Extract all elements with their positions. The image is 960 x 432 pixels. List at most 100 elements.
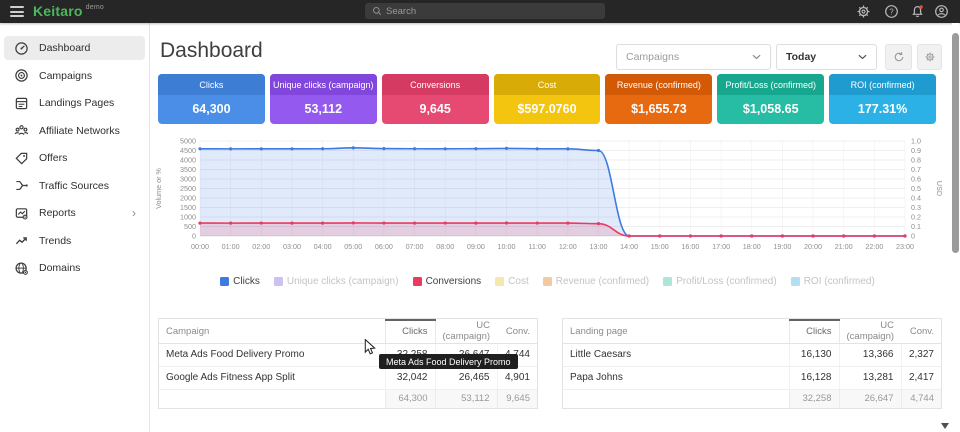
sidebar-item-dashboard[interactable]: Dashboard [4,36,145,60]
svg-text:04:00: 04:00 [314,242,332,251]
sidebar-item-landings-pages[interactable]: Landings Pages [4,91,145,115]
legend-swatch [791,277,800,286]
svg-text:14:00: 14:00 [620,242,638,251]
page-scrollbar [952,23,959,432]
row-name-cell[interactable]: Little Caesars [563,343,789,366]
metric-value: $1,655.73 [605,95,712,124]
row-value-cell: 4,901 [497,366,537,389]
table-row[interactable]: Little Caesars16,13013,3662,327 [563,343,941,366]
row-value-cell: 16,128 [789,366,839,389]
sidebar-item-label: Dashboard [39,42,90,54]
legend-label: Conversions [426,276,482,287]
svg-text:USD: USD [935,181,944,196]
scrollbar-thumb[interactable] [952,33,959,253]
metric-value: $597.0760 [494,95,601,124]
column-header-landing-page[interactable]: Landing page [563,320,789,343]
column-header-campaign[interactable]: Campaign [159,320,385,343]
sidebar-item-label: Affiliate Networks [39,125,120,137]
sidebar-item-label: Campaigns [39,70,92,82]
row-value-cell: 2,417 [901,366,941,389]
row-name-cell[interactable]: Papa Johns [563,366,789,389]
metric-label: Conversions [382,74,489,95]
sidebar-item-campaigns[interactable]: Campaigns [4,64,145,88]
column-header-conv[interactable]: Conv. [901,320,941,343]
menu-toggle-icon[interactable] [10,6,24,17]
svg-text:16:00: 16:00 [681,242,699,251]
row-tooltip: Meta Ads Food Delivery Promo [379,354,518,369]
sidebar-item-domains[interactable]: Domains [4,256,145,280]
sidebar-item-label: Domains [39,262,80,274]
total-cell: 53,112 [435,389,497,408]
app-logo[interactable]: Keitarodemo [33,3,104,19]
legend-label: Profit/Loss (confirmed) [676,276,777,287]
column-header-uc-campaign[interactable]: UC (campaign) [839,320,901,343]
svg-text:2000: 2000 [180,194,196,203]
legend-item-clicks[interactable]: Clicks [220,276,260,287]
sidebar-item-reports[interactable]: Reports › [4,201,145,225]
chevron-right-icon: › [132,206,136,220]
search-input[interactable] [386,6,586,17]
global-search[interactable] [365,3,605,19]
legend-item-cost[interactable]: Cost [495,276,529,287]
chevron-down-icon [858,54,867,60]
column-header-conv[interactable]: Conv. [497,320,537,343]
metric-card-revenue-confirmed: Revenue (confirmed)$1,655.73 [605,74,712,124]
campaigns-filter-select[interactable]: Campaigns [616,44,771,70]
svg-text:5000: 5000 [180,137,196,146]
help-icon[interactable]: ? [884,4,899,19]
legend-swatch [220,277,229,286]
table-row[interactable]: Google Ads Fitness App Split32,04226,465… [159,366,537,389]
metric-value: 64,300 [158,95,265,124]
gear-icon [924,51,936,63]
date-range-select[interactable]: Today [776,44,877,70]
legend-label: Unique clicks (campaign) [287,276,399,287]
svg-text:3500: 3500 [180,165,196,174]
sidebar-item-offers[interactable]: Offers [4,146,145,170]
svg-text:0.4: 0.4 [911,194,921,203]
svg-text:500: 500 [184,222,196,231]
refresh-icon [893,51,905,63]
sidebar-item-trends[interactable]: Trends [4,229,145,253]
offers-icon [14,151,29,166]
search-icon [372,6,382,16]
data-table: Landing pageClicksUC (campaign)Conv.Litt… [563,319,941,408]
scroll-down-arrow-icon[interactable] [941,423,949,429]
row-name-cell[interactable]: Meta Ads Food Delivery Promo [159,343,385,366]
trends-icon [14,233,29,248]
settings-gear-icon[interactable] [856,4,871,19]
svg-text:4500: 4500 [180,146,196,155]
column-header-clicks[interactable]: Clicks [385,320,435,343]
row-value-cell: 32,042 [385,366,435,389]
dashboard-settings-button[interactable] [917,44,942,70]
svg-text:00:00: 00:00 [191,242,209,251]
legend-item-conversions[interactable]: Conversions [413,276,482,287]
landings-icon [14,96,29,111]
sidebar-item-label: Traffic Sources [39,180,109,192]
dashboard-icon [14,41,29,56]
legend-item-profit-loss-confirmed[interactable]: Profit/Loss (confirmed) [663,276,777,287]
legend-item-roi-confirmed[interactable]: ROI (confirmed) [791,276,875,287]
row-value-cell: 26,465 [435,366,497,389]
refresh-button[interactable] [885,44,912,70]
svg-text:4000: 4000 [180,156,196,165]
chevron-down-icon [752,54,761,60]
traffic-chart[interactable]: 00:0001:0002:0003:0004:0005:0006:0007:00… [150,133,945,273]
column-header-uc-campaign[interactable]: UC (campaign) [435,320,497,343]
sidebar-item-label: Reports [39,207,76,219]
row-value-cell: 13,281 [839,366,901,389]
sidebar-item-affiliate-networks[interactable]: Affiliate Networks [4,119,145,143]
metric-card-cost: Cost$597.0760 [494,74,601,124]
legend-item-revenue-confirmed[interactable]: Revenue (confirmed) [543,276,649,287]
column-header-clicks[interactable]: Clicks [789,320,839,343]
notifications-bell-icon[interactable] [910,4,925,19]
svg-text:0.9: 0.9 [911,146,921,155]
legend-item-unique-clicks-campaign[interactable]: Unique clicks (campaign) [274,276,399,287]
user-account-icon[interactable] [934,4,949,19]
metric-value: 177.31% [829,95,936,124]
table-row[interactable]: Papa Johns16,12813,2812,417 [563,366,941,389]
svg-text:12:00: 12:00 [559,242,577,251]
sidebar-item-traffic-sources[interactable]: Traffic Sources [4,174,145,198]
row-name-cell[interactable]: Google Ads Fitness App Split [159,366,385,389]
svg-text:0: 0 [192,232,196,241]
svg-text:02:00: 02:00 [252,242,270,251]
